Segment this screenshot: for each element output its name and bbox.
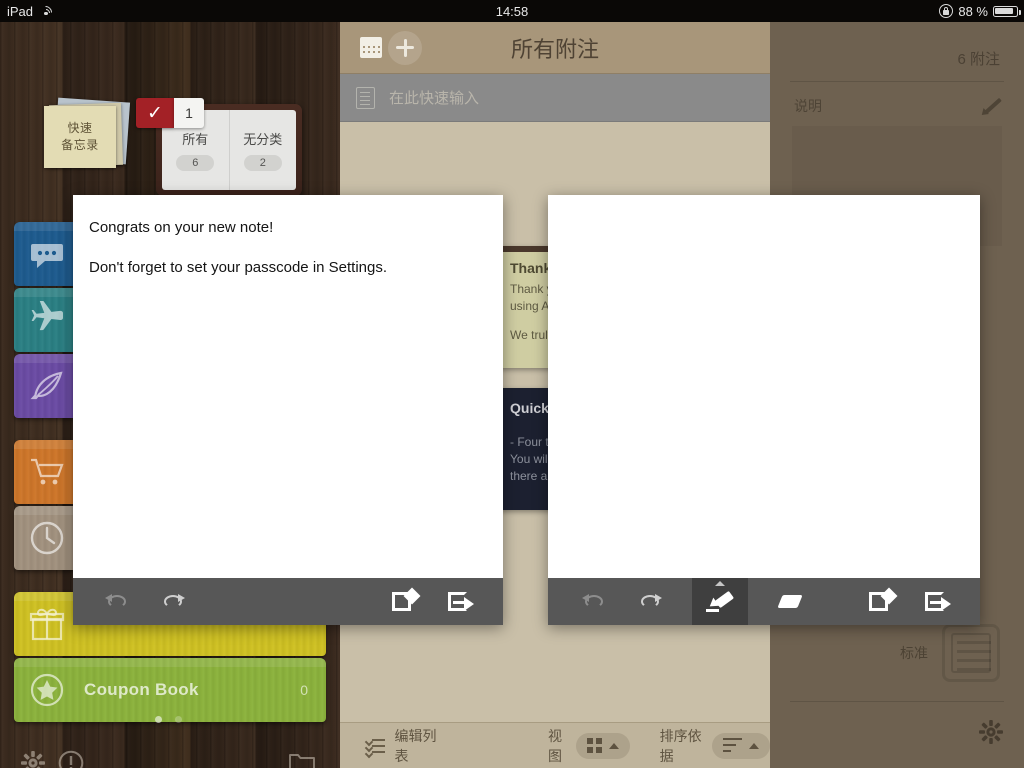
description-label: 说明 [794, 98, 822, 114]
feather-pen-icon [28, 367, 66, 405]
status-bar: iPad 14:58 88 % [0, 0, 1024, 22]
clock-icon [28, 519, 66, 557]
notebook-page-uncategorized[interactable]: 无分类 2 [229, 110, 296, 190]
redo-button[interactable] [622, 578, 678, 625]
checkmark-icon: ✓ [136, 98, 174, 128]
note-left-line-2: Don't forget to set your passcode in Set… [89, 259, 388, 276]
view-control[interactable]: 视图 [548, 726, 630, 766]
quick-input-bar[interactable]: 在此快速输入 [340, 74, 770, 122]
note-list-footer: 编辑列表 视图 排序依据 [340, 722, 770, 768]
description-row: 说明 [770, 82, 1024, 118]
notebook-uncat-count: 2 [243, 155, 282, 171]
note-list-header: 所有附注 [340, 22, 770, 74]
compose-button[interactable] [854, 578, 910, 625]
folder-tab-coupon-book[interactable]: Coupon Book 0 [14, 658, 326, 722]
calendar-icon[interactable] [360, 37, 382, 58]
pen-icon [706, 590, 735, 614]
note-editor-right[interactable] [548, 195, 980, 625]
style-label: 标准 [900, 645, 928, 661]
checklist-icon [364, 737, 386, 758]
status-bar-right: 88 % [939, 0, 1021, 22]
notebook-all-label: 所有 [182, 132, 209, 147]
star-icon [28, 671, 66, 709]
note-editor-left[interactable]: Congrats on your new note! Don't forget … [73, 195, 503, 625]
folder-name: Coupon Book [84, 680, 199, 699]
view-mode-button[interactable] [575, 732, 630, 759]
document-style-icon[interactable] [942, 624, 1000, 682]
caret-up-icon [749, 742, 759, 749]
view-label: 视图 [548, 727, 563, 764]
folder-icon[interactable] [288, 750, 316, 768]
share-icon [448, 590, 474, 614]
undo-button[interactable] [89, 578, 145, 625]
compose-button[interactable] [377, 578, 433, 625]
undo-icon [105, 591, 129, 613]
info-circle-icon[interactable] [58, 750, 84, 768]
notebook-uncat-label: 无分类 [243, 132, 283, 147]
sort-label: 排序依据 [659, 727, 702, 764]
note-left-toolbar [73, 578, 503, 625]
note-count-label: 6 附注 [957, 51, 1000, 68]
caret-up-icon [715, 581, 725, 586]
gear-icon[interactable] [20, 750, 46, 768]
folder-count: 0 [300, 682, 308, 698]
grid-icon [586, 737, 603, 754]
battery-icon [993, 5, 1021, 17]
note-left-content[interactable]: Congrats on your new note! Don't forget … [73, 195, 503, 278]
document-lines-icon [356, 86, 375, 109]
share-button[interactable] [910, 578, 966, 625]
status-bar-time: 14:58 [495, 3, 529, 19]
desk-bottom-bar [0, 744, 340, 768]
edit-list-button[interactable]: 编辑列表 [364, 726, 444, 766]
undo-button[interactable] [566, 578, 622, 625]
caret-up-icon [608, 742, 619, 749]
compose-icon [869, 587, 898, 614]
note-right-toolbar [548, 578, 980, 625]
notebook-widget[interactable]: ✓ 1 所有 6 无分类 2 [136, 98, 302, 196]
note-right-canvas[interactable] [548, 195, 980, 217]
share-icon [925, 590, 951, 614]
undo-icon [582, 591, 606, 613]
note-left-line-1: Congrats on your new note! [89, 219, 274, 236]
add-note-button[interactable] [388, 30, 422, 65]
sort-by-button[interactable] [712, 732, 770, 759]
redo-button[interactable] [145, 578, 201, 625]
eraser-icon [777, 591, 803, 613]
quick-memo-note[interactable]: 快速 备忘录 [44, 106, 116, 168]
redo-icon [161, 591, 185, 613]
quick-input-placeholder: 在此快速输入 [389, 90, 480, 107]
panel-divider-2 [790, 701, 1004, 702]
ipad-screen: iPad 14:58 88 % 快速 备忘录 ✓ 1 所有 6 无分类 2 Co… [0, 0, 1024, 768]
rotation-lock-icon [939, 4, 954, 18]
pen-tool-button[interactable] [692, 578, 748, 625]
battery-percent: 88 % [958, 3, 988, 19]
notebook-all-count: 6 [176, 155, 215, 171]
chat-bubble-icon [28, 235, 66, 273]
page-dots[interactable] [155, 716, 182, 723]
style-row[interactable]: 标准 [770, 624, 1024, 682]
airplane-icon [28, 300, 66, 339]
redo-icon [638, 591, 662, 613]
eraser-tool-button[interactable] [762, 578, 818, 625]
gear-icon[interactable] [978, 719, 1004, 750]
quick-memo-line2: 备忘录 [61, 138, 99, 152]
page-dot-1[interactable] [155, 716, 162, 723]
sort-icon [723, 738, 743, 753]
notebook-badge: 1 [174, 98, 204, 128]
share-button[interactable] [433, 578, 489, 625]
quick-memo-line1: 快速 [67, 121, 93, 135]
compose-icon [392, 587, 421, 614]
sort-control[interactable]: 排序依据 [660, 726, 770, 766]
page-dot-2[interactable] [175, 716, 182, 723]
quick-memo-stack[interactable]: 快速 备忘录 [44, 96, 131, 172]
edit-list-label: 编辑列表 [394, 727, 437, 764]
gift-icon [28, 605, 66, 643]
shopping-cart-icon [28, 453, 66, 491]
pencil-icon[interactable] [979, 96, 1002, 118]
